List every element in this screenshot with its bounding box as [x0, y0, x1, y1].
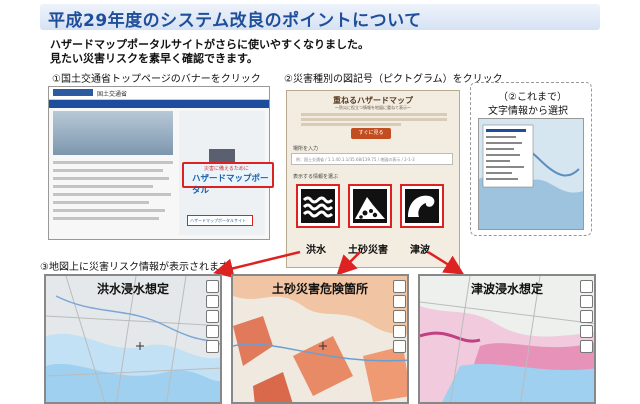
landslide-map-toolbar[interactable]: [393, 280, 406, 355]
flood-map-toolbar[interactable]: [206, 280, 219, 355]
tsunami-map-caption: 津波浸水想定: [470, 282, 543, 296]
arrow-to-landslide-map: [336, 251, 361, 276]
landslide-map[interactable]: 土砂災害危険箇所: [231, 274, 409, 404]
flood-map-caption: 洪水浸水想定: [96, 282, 169, 296]
arrow-to-flood-map: [213, 250, 301, 279]
flood-map[interactable]: 洪水浸水想定: [44, 274, 222, 404]
landslide-map-caption: 土砂災害危険箇所: [271, 282, 368, 296]
tsunami-map[interactable]: 津波浸水想定: [418, 274, 596, 404]
arrow-to-tsunami-map: [427, 250, 465, 275]
tsunami-map-toolbar[interactable]: [580, 280, 593, 355]
